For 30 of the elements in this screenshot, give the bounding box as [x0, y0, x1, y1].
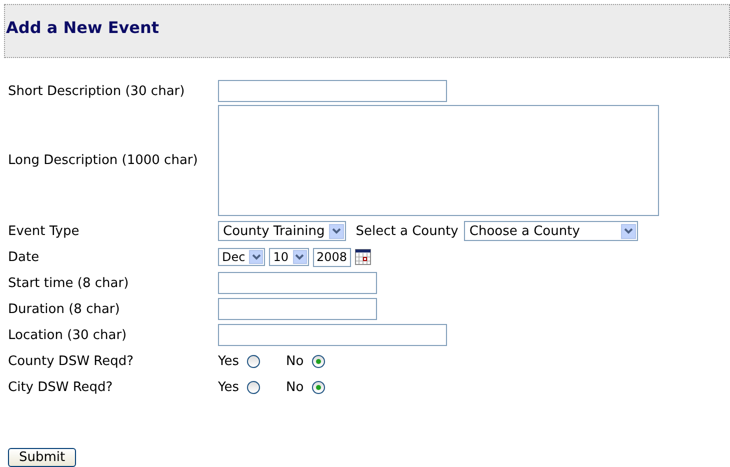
day-dropdown[interactable]: 10 [269, 248, 309, 266]
field-label: County DSW Reqd? [8, 354, 135, 368]
calendar-icon[interactable] [355, 249, 372, 265]
field-label: City DSW Reqd? [8, 380, 114, 394]
field-label: Duration (8 char) [8, 302, 121, 316]
submit-button[interactable]: Submit [8, 448, 76, 467]
field-label: Location (30 char) [8, 328, 128, 342]
radio-label: No [286, 380, 304, 394]
text-field[interactable] [218, 80, 447, 102]
radio-button[interactable] [312, 354, 325, 368]
year-field[interactable]: 2008 [312, 248, 352, 266]
field-label: Event Type [8, 224, 80, 238]
field-label: Short Description (30 char) [8, 84, 186, 98]
field-label: Date [8, 250, 40, 264]
field-label: Long Description (1000 char) [8, 152, 199, 168]
field-label: Start time (8 char) [8, 276, 130, 290]
event-type-dropdown[interactable]: County Training [218, 221, 346, 241]
month-dropdown[interactable]: Dec [218, 248, 266, 266]
text-field[interactable] [218, 324, 447, 346]
radio-button[interactable] [312, 380, 325, 394]
text-field[interactable] [218, 272, 377, 294]
radio-label: Yes [218, 354, 239, 368]
page-title: Add a New Event [6, 18, 160, 36]
radio-label: Yes [218, 380, 239, 394]
county-dropdown[interactable]: Choose a County [464, 221, 638, 241]
radio-button[interactable] [247, 354, 260, 368]
county-label: Select a County [356, 224, 458, 238]
radio-button[interactable] [247, 380, 260, 394]
text-field[interactable] [218, 298, 377, 320]
radio-label: No [286, 354, 304, 368]
